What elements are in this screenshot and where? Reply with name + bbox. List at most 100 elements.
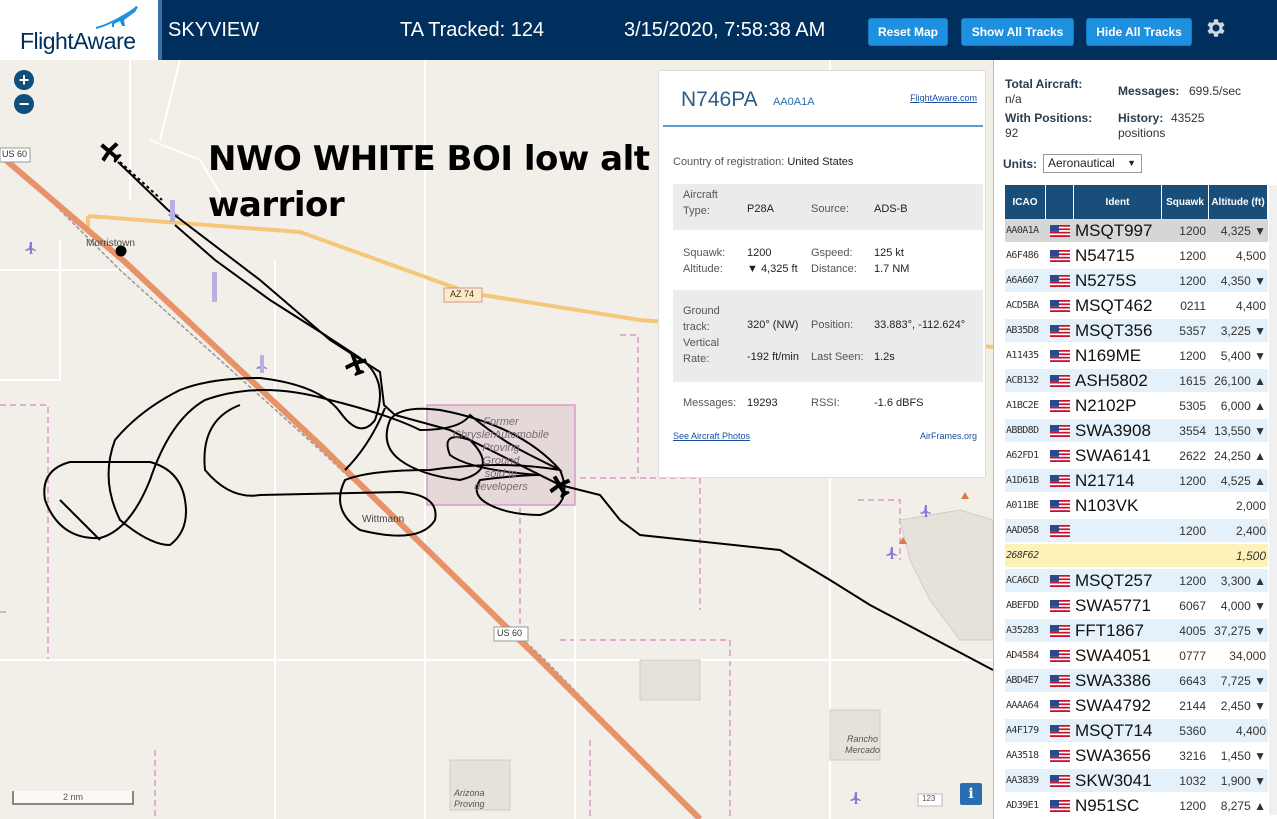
- cell-altitude: 1,450 ▼: [1220, 748, 1266, 763]
- dropdown-arrow-icon: ▼: [1127, 158, 1136, 168]
- cell-altitude: 3,225 ▼: [1220, 323, 1266, 338]
- col-icao[interactable]: ICAO: [1005, 185, 1046, 219]
- popup-hex[interactable]: AA0A1A: [773, 96, 815, 108]
- us-flag-icon: [1046, 299, 1074, 312]
- table-row[interactable]: A35283 FFT1867 4005 37,275 ▼: [1005, 619, 1268, 643]
- cell-squawk: 3554: [1179, 423, 1206, 438]
- cell-icao: AD39E1: [1006, 800, 1039, 811]
- reset-map-button[interactable]: Reset Map: [868, 18, 948, 46]
- total-aircraft-label: Total Aircraft:: [1005, 77, 1083, 91]
- table-row[interactable]: AA3518 SWA3656 3216 1,450 ▼: [1005, 744, 1268, 768]
- table-row[interactable]: A62FD1 SWA6141 2622 24,250 ▲: [1005, 444, 1268, 468]
- col-altitude[interactable]: Altitude (ft): [1209, 185, 1268, 219]
- table-row[interactable]: AAAA64 SWA4792 2144 2,450 ▼: [1005, 694, 1268, 718]
- tracked-count: TA Tracked: 124: [400, 19, 545, 41]
- popup-track-row: Ground track: Vertical Rate: 320° (NW) -192…: [673, 290, 983, 382]
- table-row[interactable]: ACB132 ASH5802 1615 26,100 ▲: [1005, 369, 1268, 393]
- cell-altitude: 34,000: [1229, 648, 1266, 663]
- col-squawk[interactable]: Squawk: [1162, 185, 1209, 219]
- cell-icao: AD4584: [1006, 650, 1039, 661]
- us60-shield-label: US 60: [2, 149, 28, 159]
- table-row[interactable]: A6A607 N5275S 1200 4,350 ▼: [1005, 269, 1268, 293]
- us-flag-icon: [1046, 224, 1074, 237]
- cell-ident: N169ME: [1075, 345, 1142, 365]
- table-scrollbar[interactable]: [1269, 185, 1277, 815]
- cell-squawk: 0777: [1179, 648, 1206, 663]
- cell-squawk: 3216: [1179, 748, 1206, 763]
- popup-divider: [663, 125, 983, 127]
- table-row[interactable]: 268F62 1,500: [1005, 544, 1268, 568]
- airframes-link[interactable]: AirFrames.org: [920, 431, 977, 441]
- table-row[interactable]: A1BC2E N2102P 5305 6,000 ▲: [1005, 394, 1268, 418]
- table-row[interactable]: AD39E1 N951SC 1200 8,275 ▲: [1005, 794, 1268, 818]
- us-flag-icon: [1046, 449, 1074, 462]
- us-flag-icon: [1046, 724, 1074, 737]
- table-row[interactable]: AAD058 1200 2,400: [1005, 519, 1268, 543]
- cell-ident: FFT1867: [1075, 620, 1144, 640]
- show-all-tracks-button[interactable]: Show All Tracks: [961, 18, 1074, 46]
- flightaware-link[interactable]: FlightAware.com: [910, 93, 977, 103]
- proving-ground-label: Former ChryslerAutomobile Proving Ground…: [453, 416, 549, 493]
- arizona-proving-label: Arizona Proving: [454, 788, 485, 809]
- zoom-out-button[interactable]: −: [14, 94, 34, 114]
- cell-squawk: 1200: [1179, 473, 1206, 488]
- cell-altitude: 2,400: [1235, 523, 1266, 538]
- cell-ident: ASH5802: [1075, 370, 1148, 390]
- units-select[interactable]: Aeronautical ▼: [1043, 154, 1142, 173]
- cell-altitude: 6,000 ▲: [1220, 398, 1266, 413]
- table-row[interactable]: A6F486 N54715 1200 4,500: [1005, 244, 1268, 268]
- us-flag-icon: [1046, 424, 1074, 437]
- table-row[interactable]: ABEFDD SWA5771 6067 4,000 ▼: [1005, 594, 1268, 618]
- col-flag[interactable]: [1046, 185, 1074, 219]
- map-info-button[interactable]: i: [960, 783, 982, 805]
- table-row[interactable]: ABD4E7 SWA3386 6643 7,725 ▼: [1005, 669, 1268, 693]
- cell-squawk: 0211: [1180, 298, 1206, 313]
- annotation-text: NWO WHITE BOI low alt warrior: [208, 139, 650, 225]
- cell-icao: A011BE: [1006, 500, 1039, 511]
- us-flag-icon: [1046, 474, 1074, 487]
- cell-ident: MSQT257: [1075, 570, 1153, 590]
- table-row[interactable]: A011BE N103VK 2,000: [1005, 494, 1268, 518]
- cell-squawk: 1200: [1179, 248, 1206, 263]
- table-row[interactable]: A4F179 MSQT714 5360 4,400: [1005, 719, 1268, 743]
- cell-altitude: 13,550 ▼: [1214, 423, 1266, 438]
- us-flag-icon: [1046, 649, 1074, 662]
- messages-value: 699.5/sec: [1189, 84, 1242, 98]
- gear-icon[interactable]: [1203, 16, 1227, 40]
- table-row[interactable]: ACD5BA MSQT462 0211 4,400: [1005, 294, 1268, 318]
- table-row[interactable]: AB35D8 MSQT356 5357 3,225 ▼: [1005, 319, 1268, 343]
- datetime: 3/15/2020, 7:58:38 AM: [624, 19, 826, 41]
- cell-altitude: 4,325 ▼: [1220, 223, 1266, 238]
- cell-ident: SWA6141: [1075, 445, 1151, 465]
- cell-altitude: 4,000 ▼: [1220, 598, 1266, 613]
- table-row[interactable]: AA3839 SKW3041 1032 1,900 ▼: [1005, 769, 1268, 793]
- us-flag-icon: [1046, 499, 1074, 512]
- table-row[interactable]: ACA6CD MSQT257 1200 3,300 ▲: [1005, 569, 1268, 593]
- table-row[interactable]: AD4584 SWA4051 0777 34,000: [1005, 644, 1268, 668]
- popup-type-row: Aircraft Type: P28A Source: ADS-B: [673, 184, 983, 230]
- hide-all-tracks-button[interactable]: Hide All Tracks: [1086, 18, 1192, 46]
- table-row[interactable]: A11435 N169ME 1200 5,400 ▼: [1005, 344, 1268, 368]
- logo-text: FlightAware: [20, 28, 136, 54]
- cell-squawk: 1200: [1179, 348, 1206, 363]
- col-ident[interactable]: Ident: [1074, 185, 1162, 219]
- cell-squawk: 6643: [1179, 673, 1206, 688]
- zoom-in-button[interactable]: +: [14, 70, 34, 90]
- aircraft-photos-link[interactable]: See Aircraft Photos: [673, 431, 750, 441]
- cell-squawk: 2144: [1179, 698, 1206, 713]
- popup-squawk-row: Squawk: Altitude: 1200 ▼ 4,325 ft Gspeed: D…: [683, 247, 910, 275]
- us-flag-icon: [1046, 399, 1074, 412]
- cell-icao: A35283: [1006, 625, 1039, 636]
- morristown-label: Morristown: [86, 238, 135, 249]
- aircraft-popup: N746PA AA0A1A FlightAware.com Country of…: [658, 70, 986, 478]
- table-row[interactable]: A1D61B N21714 1200 4,525 ▲: [1005, 469, 1268, 493]
- history-value: 43525: [1171, 111, 1205, 125]
- cell-icao: A11435: [1006, 350, 1039, 361]
- flightaware-logo[interactable]: FlightAware: [0, 0, 162, 60]
- popup-registration: N746PA: [681, 88, 758, 111]
- cell-squawk: 5305: [1179, 398, 1206, 413]
- with-positions-value: 92: [1005, 126, 1019, 140]
- cell-altitude: 24,250 ▲: [1214, 448, 1266, 463]
- table-row[interactable]: AA0A1A MSQT997 1200 4,325 ▼: [1005, 219, 1268, 243]
- table-row[interactable]: ABBD8D SWA3908 3554 13,550 ▼: [1005, 419, 1268, 443]
